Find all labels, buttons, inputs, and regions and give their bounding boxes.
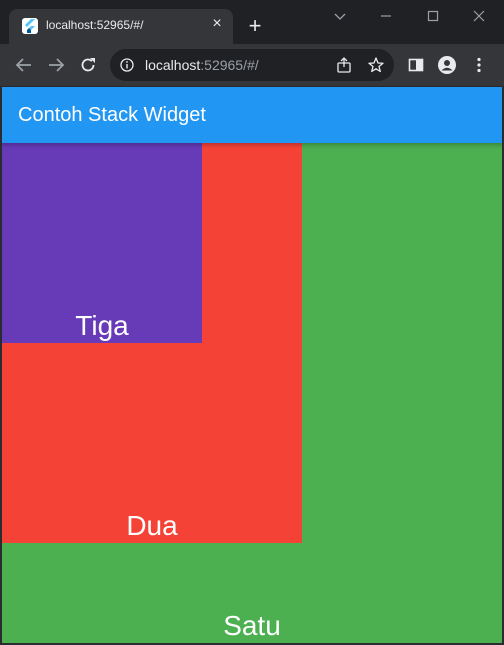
browser-tab[interactable]: localhost:52965/#/ ×	[9, 9, 233, 44]
browser-toolbar: localhost:52965/#/	[0, 44, 504, 87]
tab-close-icon[interactable]: ×	[208, 15, 226, 33]
url-path: :52965/#/	[200, 57, 259, 73]
back-arrow-icon[interactable]	[14, 55, 34, 75]
forward-arrow-icon[interactable]	[46, 55, 66, 75]
info-icon[interactable]	[120, 58, 134, 72]
app-bar: Contoh Stack Widget	[0, 87, 504, 143]
reload-icon[interactable]	[78, 55, 98, 75]
address-url: localhost:52965/#/	[145, 57, 259, 73]
address-bar[interactable]: localhost:52965/#/	[110, 49, 394, 81]
kebab-menu-icon[interactable]	[469, 55, 489, 75]
url-host: localhost	[145, 57, 201, 73]
box-satu-label: Satu	[223, 610, 281, 641]
box-tiga-label: Tiga	[75, 310, 129, 341]
profile-icon[interactable]	[437, 55, 457, 75]
window-border-left	[0, 87, 2, 645]
close-window-icon[interactable]	[469, 6, 489, 26]
box-tiga: Tiga	[2, 143, 202, 343]
new-tab-button[interactable]: +	[244, 15, 266, 37]
box-dua-label: Dua	[126, 510, 178, 541]
share-icon[interactable]	[335, 56, 353, 74]
stack-widget: Satu Dua Tiga	[2, 143, 502, 643]
page-title: Contoh Stack Widget	[18, 104, 206, 126]
flutter-logo-icon	[22, 18, 38, 34]
chevron-down-icon[interactable]	[330, 6, 350, 26]
tab-strip: localhost:52965/#/ × +	[0, 0, 504, 44]
minimize-icon[interactable]	[376, 6, 396, 26]
tab-title: localhost:52965/#/	[46, 18, 144, 32]
star-icon[interactable]	[367, 56, 385, 74]
side-panel-icon[interactable]	[406, 55, 426, 75]
browser-window: localhost:52965/#/ × + localhost:52965/#…	[0, 0, 504, 645]
maximize-icon[interactable]	[423, 6, 443, 26]
